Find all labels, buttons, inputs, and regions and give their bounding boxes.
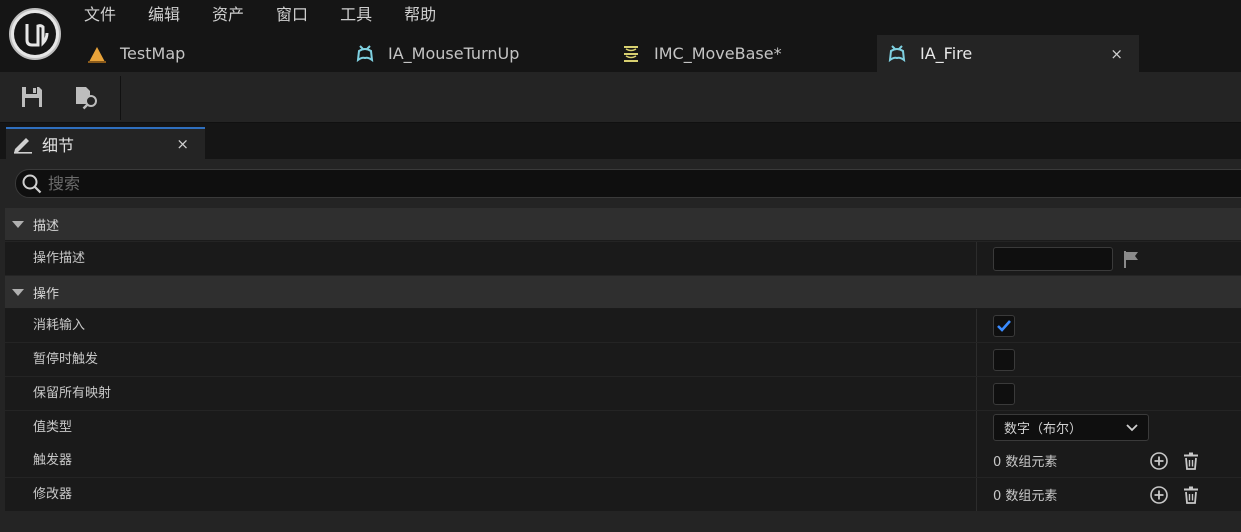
details-pencil-icon [12, 134, 34, 154]
input-action-icon [354, 43, 376, 65]
chevron-down-icon [1126, 423, 1138, 431]
column-splitter[interactable] [976, 343, 977, 376]
clear-elements-button[interactable] [1180, 484, 1202, 506]
close-icon[interactable]: × [1110, 45, 1123, 63]
column-splitter[interactable] [976, 411, 977, 444]
property-row-trigger-when-paused: 暂停时触发 [5, 343, 1241, 377]
property-label: 值类型 [33, 420, 73, 435]
tab-label: IMC_MoveBase* [654, 44, 782, 63]
property-label: 保留所有映射 [33, 386, 112, 401]
menu-tools[interactable]: 工具 [340, 4, 372, 28]
tab-testmap[interactable]: TestMap [86, 35, 341, 72]
column-splitter[interactable] [976, 309, 977, 342]
details-panel: 描述 操作描述 操作 消耗输入 [0, 159, 1241, 532]
property-row-triggers: 触发器 0 数组元素 [5, 444, 1241, 478]
level-icon [86, 43, 108, 65]
consume-input-checkbox[interactable] [993, 314, 1015, 337]
trigger-when-paused-checkbox[interactable] [993, 348, 1015, 371]
unreal-logo[interactable] [9, 8, 61, 60]
details-tab-label: 细节 [42, 136, 75, 155]
modifiers-array-count: 0 数组元素 [993, 489, 1058, 504]
tab-label: IA_Fire [920, 44, 973, 63]
search-box[interactable] [15, 169, 1241, 198]
tab-label: IA_MouseTurnUp [388, 44, 520, 63]
tab-label: TestMap [120, 44, 186, 63]
menu-edit[interactable]: 编辑 [148, 4, 180, 28]
category-label: 描述 [33, 218, 60, 234]
column-splitter[interactable] [976, 478, 977, 511]
tab-imc-movebase[interactable]: IMC_MoveBase* [620, 35, 875, 72]
add-element-button[interactable] [1148, 450, 1170, 472]
clear-elements-button[interactable] [1180, 450, 1202, 472]
details-tab[interactable]: 细节 × [6, 127, 205, 159]
menu-asset[interactable]: 资产 [212, 4, 244, 28]
category-action[interactable]: 操作 [5, 276, 1241, 309]
property-row-modifiers: 修改器 0 数组元素 [5, 478, 1241, 512]
menu-window[interactable]: 窗口 [276, 4, 308, 28]
save-icon [22, 87, 42, 107]
action-description-field[interactable] [993, 246, 1113, 271]
reserve-all-mappings-checkbox[interactable] [993, 382, 1015, 405]
checkmark-icon [997, 319, 1011, 332]
add-circle-icon [1150, 485, 1168, 504]
tab-ia-fire[interactable]: IA_Fire × [877, 35, 1139, 72]
value-type-selected: 数字（布尔） [1004, 422, 1083, 437]
category-description[interactable]: 描述 [5, 208, 1241, 241]
property-label: 消耗输入 [33, 318, 86, 333]
add-element-button[interactable] [1148, 484, 1170, 506]
property-row-reserve-all-mappings: 保留所有映射 [5, 377, 1241, 411]
property-row-action-description: 操作描述 [5, 242, 1241, 276]
category-label: 操作 [33, 286, 60, 302]
property-label: 暂停时触发 [33, 352, 99, 367]
localization-flag-icon[interactable] [1122, 249, 1140, 269]
input-action-icon [886, 43, 908, 65]
value-type-dropdown[interactable]: 数字（布尔） [993, 414, 1149, 441]
panel-tab-bar: 细节 × [0, 124, 1241, 159]
menu-file[interactable]: 文件 [84, 4, 116, 28]
search-icon [22, 174, 42, 194]
property-row-consume-input: 消耗输入 [5, 309, 1241, 343]
toolbar [0, 72, 1241, 123]
browse-asset-button[interactable] [72, 82, 102, 112]
property-label: 触发器 [33, 453, 73, 468]
trash-icon [1184, 452, 1198, 470]
toolbar-divider [120, 76, 121, 120]
add-circle-icon [1150, 451, 1168, 470]
trash-icon [1184, 486, 1198, 504]
menu-help[interactable]: 帮助 [404, 4, 436, 28]
browse-asset-icon [76, 87, 97, 110]
property-label: 操作描述 [33, 251, 86, 266]
triggers-array-count: 0 数组元素 [993, 455, 1058, 470]
close-icon[interactable]: × [176, 135, 189, 153]
search-input[interactable] [48, 174, 1048, 193]
column-splitter[interactable] [976, 242, 977, 275]
main-menu: 文件 编辑 资产 窗口 工具 帮助 [84, 4, 468, 28]
tab-ia-mouseturnup[interactable]: IA_MouseTurnUp [354, 35, 609, 72]
property-label: 修改器 [33, 487, 73, 502]
save-button[interactable] [17, 82, 47, 112]
column-splitter[interactable] [976, 377, 977, 410]
column-splitter[interactable] [976, 444, 977, 477]
title-bar: 文件 编辑 资产 窗口 工具 帮助 TestMap IA_MouseTurnUp [0, 0, 1241, 72]
property-row-value-type: 值类型 数字（布尔） [5, 411, 1241, 445]
collapse-arrow-icon[interactable] [12, 220, 24, 228]
collapse-arrow-icon[interactable] [12, 288, 24, 296]
input-mapping-context-icon [620, 43, 642, 65]
